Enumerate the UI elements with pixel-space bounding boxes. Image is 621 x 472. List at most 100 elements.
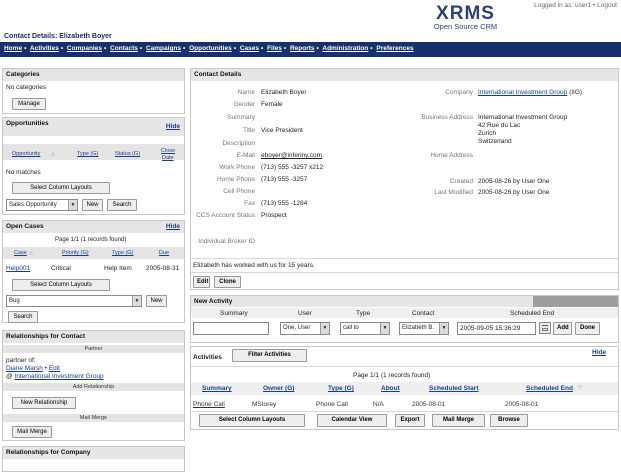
opp-col-type[interactable]: Type (G) [77,151,98,157]
nav-home[interactable]: Home [4,45,22,52]
last-modified-label: Last Modified [434,189,473,196]
scheduled-end-input[interactable]: 2005-09-05 15:36:29 [457,322,536,335]
opp-search-button[interactable]: Search [107,199,137,211]
manage-categories-button[interactable]: Manage [12,98,46,110]
activity-summary-input[interactable] [193,322,269,335]
gender-value: Female [261,101,283,108]
xrms-logo: XRMS Open Source CRM [423,4,508,31]
logo-text: XRMS [436,3,495,24]
opportunity-type-select[interactable]: Sales Opportunity ▼ [6,199,78,211]
partner-edit-link[interactable]: Edit [49,365,60,372]
opp-col-close[interactable]: Close [161,148,175,154]
nav-files[interactable]: Files [267,45,282,52]
calendar-view-button[interactable]: Calendar View [317,414,387,427]
case-id-link[interactable]: Help001 [6,265,30,272]
relationships-company-header: Relationships for Company [3,447,184,459]
partner-company-link[interactable]: International Investment Group [14,373,103,380]
business-address-line-2: 42 Rue du Lac [478,122,521,129]
cases-page-info: Page 1/1 (1 records found) [55,237,127,243]
case-search-button[interactable]: Search [8,311,38,323]
page-title: Contact Details: Elizabeth Boyer [4,33,112,40]
activities-hide-link[interactable]: Hide [592,349,606,356]
edit-contact-button[interactable]: Edit [193,276,210,288]
browse-button[interactable]: Browse [490,414,528,427]
email-link[interactable]: eboyer@inferiny.com [261,152,322,159]
act-col-scheduled-end[interactable]: Scheduled End [526,385,573,392]
divider [191,272,618,273]
activity-scheduled-end: 2005-08-01 [505,401,539,408]
done-activity-button[interactable]: Done [575,322,600,335]
calendar-icon[interactable] [539,322,551,334]
act-col-summary[interactable]: Summary [202,385,232,392]
opp-select-column-layouts-button[interactable]: Select Column Layouts [12,182,110,194]
sort-asc-icon: △ [51,151,55,157]
nav-preferences[interactable]: Preferences [376,45,413,52]
activity-scheduled-start: 2005-08-01 [412,401,446,408]
chevron-down-icon: ▼ [439,323,448,334]
act-col-type[interactable]: Type (G) [328,385,354,392]
fax-value: (713) 555 -1284 [261,200,308,207]
activities-mail-merge-button[interactable]: Mail Merge [432,414,485,427]
relationships-company-panel: Relationships for Company [2,446,185,472]
add-activity-button[interactable]: Add [553,322,572,335]
chevron-down-icon: ▼ [132,296,141,306]
activity-user-select[interactable]: One, User ▼ [280,322,330,335]
act-col-about[interactable]: About [381,385,400,392]
new-relationship-button[interactable]: New Relationship [12,397,76,409]
filter-activities-button[interactable]: Filter Activities [232,349,307,362]
opportunities-hide-link[interactable]: Hide [166,123,180,130]
contact-details-header: Contact Details [191,69,618,81]
activity-summary-link[interactable]: Phone Call [193,401,225,408]
title-label: Title [242,127,255,134]
case-col-priority[interactable]: Priority (G) [62,250,89,256]
nav-administration[interactable]: Administration [322,45,368,52]
activity-about: N/A [373,401,384,408]
contact-note: Elizabeth has worked with us for 15 year… [193,262,315,269]
home-address-label: Home Address [430,152,473,159]
partner-company-row: @ International Investment Group [6,373,104,380]
export-button[interactable]: Export [395,414,425,427]
case-type-value: Bug [9,298,20,304]
nav-activities[interactable]: Activities [30,45,59,52]
sidebar-mail-merge-button[interactable]: Mail Merge [12,426,52,438]
relationships-contact-header: Relationships for Contact [3,331,184,343]
na-col-user: User [298,310,312,317]
act-select-column-layouts-button[interactable]: Select Column Layouts [199,414,305,427]
ccs-status-label: CCS Account Status [196,212,255,219]
opp-new-button[interactable]: New [82,199,103,211]
nav-companies[interactable]: Companies [67,45,102,52]
nav-cases[interactable]: Cases [240,45,259,52]
partner-person-link[interactable]: Diane Marsh [6,365,43,372]
case-type-select[interactable]: Bug ▼ [6,295,142,307]
company-link[interactable]: International Investment Group [478,89,567,96]
title-value: Vice President [261,127,303,134]
chevron-down-icon: ▼ [320,323,329,334]
activity-contact-select[interactable]: Elizabeth B. ▼ [399,322,449,335]
case-col-case[interactable]: Case [14,250,27,256]
act-col-owner[interactable]: Owner (G) [263,385,294,392]
nav-reports[interactable]: Reports [290,45,315,52]
chevron-down-icon: ▼ [380,323,389,334]
opp-col-date[interactable]: Date [162,155,174,161]
ccs-status-value: Prospect [261,212,287,219]
partner-row: Diane Marsh • Edit [6,365,60,372]
case-col-due[interactable]: Due [159,250,169,256]
nav-contacts[interactable]: Contacts [110,45,138,52]
clone-contact-button[interactable]: Clone [214,276,241,288]
relationships-contact-panel: Relationships for Contact Partner partne… [2,330,185,441]
activity-type-select[interactable]: call to ▼ [340,322,390,335]
act-col-scheduled-start[interactable]: Scheduled Start [429,385,478,392]
open-cases-title: Open Cases [6,223,44,230]
nav-opportunities[interactable]: Opportunities [189,45,232,52]
nav-campaigns[interactable]: Campaigns [146,45,181,52]
opp-col-status[interactable]: Status (G) [115,151,140,157]
opportunities-header: Opportunities Hide [3,118,184,136]
case-col-type[interactable]: Type (G) [112,250,133,256]
login-status[interactable]: Logged in as: user1 • Logout [534,2,617,9]
case-new-button[interactable]: New [146,295,167,307]
open-cases-hide-link[interactable]: Hide [166,223,180,230]
opp-col-opportunity[interactable]: Opportunity [12,151,40,157]
cases-select-column-layouts-button[interactable]: Select Column Layouts [12,279,110,291]
na-col-type: Type [356,310,371,317]
description-label: Description [222,140,255,147]
